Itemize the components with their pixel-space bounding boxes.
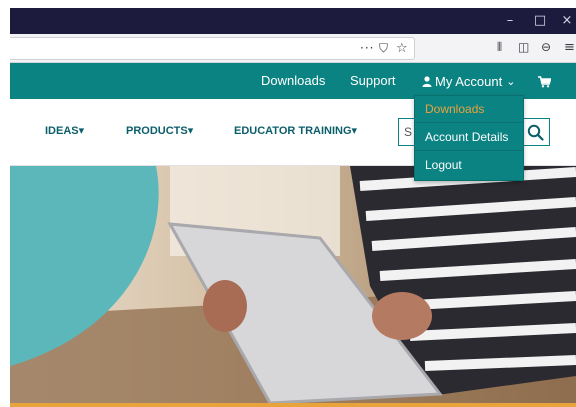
account-dropdown-menu: Downloads Account Details Logout bbox=[414, 95, 524, 181]
sidebar-icon[interactable]: ◫ bbox=[518, 37, 529, 58]
pocket-icon[interactable]: ⛉ bbox=[379, 38, 388, 59]
search-button[interactable] bbox=[520, 118, 550, 146]
person-icon bbox=[422, 75, 432, 87]
chevron-down-icon: ⌄ bbox=[506, 74, 516, 88]
nav-educator-training[interactable]: EDUCATOR TRAINING▾ bbox=[234, 123, 357, 139]
topnav-support-link[interactable]: Support bbox=[350, 63, 396, 99]
window-titlebar bbox=[10, 8, 576, 34]
page-actions-icon[interactable]: ··· bbox=[360, 38, 374, 59]
library-icon[interactable]: ⫴ bbox=[497, 37, 502, 58]
my-account-label: My Account bbox=[435, 73, 503, 89]
maximize-button[interactable]: □ bbox=[527, 8, 553, 34]
caret-down-icon: ▾ bbox=[187, 124, 194, 137]
dropdown-item-account-details[interactable]: Account Details bbox=[415, 124, 523, 151]
topnav-downloads-link[interactable]: Downloads bbox=[261, 63, 325, 99]
dropdown-item-logout[interactable]: Logout bbox=[415, 152, 523, 179]
my-account-button[interactable]: My Account ⌄ bbox=[422, 63, 515, 99]
account-circle-icon[interactable]: ⊖ bbox=[541, 37, 551, 58]
hero-illustration bbox=[10, 166, 576, 403]
search-icon bbox=[527, 124, 544, 141]
nav-educator-training-label: EDUCATOR TRAINING bbox=[234, 125, 352, 137]
url-bar[interactable]: ··· ⛉ ☆ bbox=[10, 37, 415, 60]
hero-accent-stripe bbox=[10, 403, 576, 407]
search-input-text: S bbox=[404, 125, 413, 139]
close-button[interactable]: × bbox=[558, 8, 576, 34]
bookmark-star-icon[interactable]: ☆ bbox=[396, 38, 408, 59]
cart-button[interactable] bbox=[538, 75, 552, 93]
nav-products[interactable]: PRODUCTS▾ bbox=[126, 123, 193, 139]
hero-image bbox=[10, 166, 576, 403]
dropdown-item-downloads[interactable]: Downloads bbox=[415, 96, 523, 123]
hamburger-menu-icon[interactable]: ≡ bbox=[564, 37, 575, 58]
cart-icon bbox=[538, 76, 552, 88]
nav-products-label: PRODUCTS bbox=[126, 125, 188, 137]
caret-down-icon: ▾ bbox=[78, 124, 85, 137]
nav-ideas-label: IDEAS bbox=[45, 125, 79, 137]
minimize-button[interactable]: – bbox=[497, 8, 523, 34]
caret-down-icon: ▾ bbox=[351, 124, 358, 137]
nav-ideas[interactable]: IDEAS▾ bbox=[45, 123, 84, 139]
